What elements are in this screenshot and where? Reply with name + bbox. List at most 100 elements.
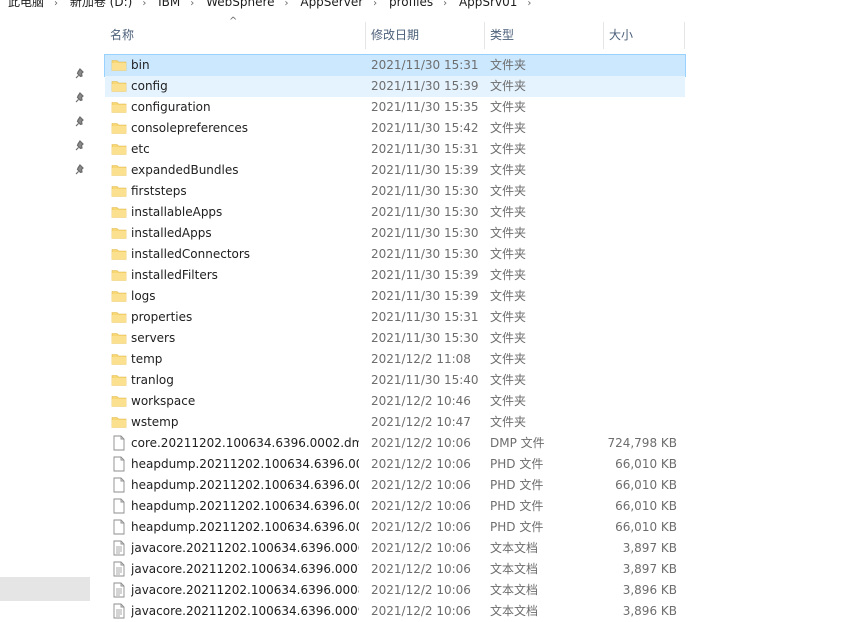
- column-header-date[interactable]: 修改日期: [366, 22, 485, 49]
- breadcrumb: 此电脑 › 新加卷 (D:) › IBM › WebSphere › AppServer…: [0, 0, 862, 11]
- item-size: [595, 118, 677, 139]
- folder-row[interactable]: firststeps 2021/11/30 15:30 文件夹: [105, 181, 685, 202]
- item-name: configuration: [131, 100, 211, 114]
- item-size: [595, 328, 677, 349]
- chevron-right-icon[interactable]: ›: [142, 0, 146, 9]
- folder-row[interactable]: installedFilters 2021/11/30 15:39 文件夹: [105, 265, 685, 286]
- folder-row[interactable]: installedApps 2021/11/30 15:30 文件夹: [105, 223, 685, 244]
- pin-icon: [74, 164, 86, 176]
- file-row[interactable]: javacore.20211202.100634.6396.0008... 202…: [105, 580, 685, 601]
- folder-row[interactable]: tranlog 2021/11/30 15:40 文件夹: [105, 370, 685, 391]
- chevron-right-icon[interactable]: ›: [443, 0, 447, 9]
- item-date: 2021/11/30 15:39: [371, 289, 479, 303]
- folder-row[interactable]: expandedBundles 2021/11/30 15:39 文件夹: [105, 160, 685, 181]
- item-type: 文件夹: [490, 415, 527, 429]
- item-date: 2021/11/30 15:39: [371, 163, 479, 177]
- folder-row[interactable]: temp 2021/12/2 11:08 文件夹: [105, 349, 685, 370]
- folder-icon: [111, 78, 127, 94]
- breadcrumb-item[interactable]: 此电脑: [8, 0, 44, 10]
- column-header-name[interactable]: 名称: [105, 22, 366, 49]
- chevron-right-icon[interactable]: ›: [527, 0, 531, 9]
- file-row[interactable]: heapdump.20211202.100634.6396.000... 2021…: [105, 517, 685, 538]
- chevron-right-icon[interactable]: ›: [54, 0, 58, 9]
- file-row[interactable]: heapdump.20211202.100634.6396.000... 2021…: [105, 454, 685, 475]
- item-size: [595, 412, 677, 433]
- text-file-icon: [111, 603, 127, 619]
- column-header-size[interactable]: 大小: [604, 22, 685, 49]
- chevron-right-icon[interactable]: ›: [190, 0, 194, 9]
- breadcrumb-item[interactable]: 新加卷 (D:): [70, 0, 132, 10]
- item-type: 文件夹: [490, 373, 527, 387]
- file-icon: [111, 456, 127, 472]
- item-size: [595, 76, 677, 97]
- item-size: 3,897 KB: [622, 562, 677, 576]
- pin-icon: [74, 68, 86, 80]
- item-date: 2021/12/2 10:06: [371, 457, 471, 471]
- folder-row[interactable]: configuration 2021/11/30 15:35 文件夹: [105, 97, 685, 118]
- item-name: installedApps: [131, 226, 212, 240]
- file-row[interactable]: javacore.20211202.100634.6396.0007... 202…: [105, 559, 685, 580]
- folder-row[interactable]: logs 2021/11/30 15:39 文件夹: [105, 286, 685, 307]
- item-size: [595, 286, 677, 307]
- folder-row[interactable]: properties 2021/11/30 15:31 文件夹: [105, 307, 685, 328]
- folder-row[interactable]: installedConnectors 2021/11/30 15:30 文件夹: [105, 244, 685, 265]
- column-header-type[interactable]: 类型: [485, 22, 604, 49]
- item-size: [595, 139, 677, 160]
- breadcrumb-item[interactable]: WebSphere: [206, 0, 274, 9]
- folder-row[interactable]: installableApps 2021/11/30 15:30 文件夹: [105, 202, 685, 223]
- item-type: 文本文档: [490, 541, 539, 555]
- file-row[interactable]: heapdump.20211202.100634.6396.000... 2021…: [105, 475, 685, 496]
- breadcrumb-item[interactable]: AppSrv01: [459, 0, 517, 9]
- nav-selected-item[interactable]: [0, 577, 90, 601]
- item-size: [595, 55, 677, 76]
- item-name: heapdump.20211202.100634.6396.000...: [131, 499, 359, 513]
- text-file-icon: [111, 540, 127, 556]
- folder-row[interactable]: wstemp 2021/12/2 10:47 文件夹: [105, 412, 685, 433]
- item-type: 文件夹: [490, 268, 527, 282]
- item-name: expandedBundles: [131, 163, 239, 177]
- item-date: 2021/12/2 10:06: [371, 583, 471, 597]
- item-size: [595, 244, 677, 265]
- folder-icon: [111, 351, 127, 367]
- file-row[interactable]: core.20211202.100634.6396.0002.dmp 2021/1…: [105, 433, 685, 454]
- file-row[interactable]: javacore.20211202.100634.6396.0009... 202…: [105, 601, 685, 622]
- chevron-right-icon[interactable]: ›: [285, 0, 289, 9]
- folder-row[interactable]: etc 2021/11/30 15:31 文件夹: [105, 139, 685, 160]
- folder-icon: [111, 225, 127, 241]
- file-row[interactable]: javacore.20211202.100634.6396.0006... 202…: [105, 538, 685, 559]
- folder-icon: [111, 183, 127, 199]
- item-type: 文件夹: [490, 352, 527, 366]
- item-size: 3,896 KB: [622, 583, 677, 597]
- folder-row[interactable]: servers 2021/11/30 15:30 文件夹: [105, 328, 685, 349]
- item-date: 2021/12/2 10:06: [371, 499, 471, 513]
- item-size: [595, 223, 677, 244]
- folder-row[interactable]: workspace 2021/12/2 10:46 文件夹: [105, 391, 685, 412]
- item-type: 文本文档: [490, 583, 539, 597]
- folder-row[interactable]: config 2021/11/30 15:39 文件夹: [105, 76, 685, 97]
- item-size: [595, 391, 677, 412]
- chevron-right-icon[interactable]: ›: [373, 0, 377, 9]
- breadcrumb-item[interactable]: IBM: [158, 0, 180, 9]
- column-header: ^ 名称 修改日期 类型 大小: [105, 16, 685, 49]
- folder-icon: [111, 120, 127, 136]
- breadcrumb-item[interactable]: profiles: [389, 0, 433, 9]
- item-type: PHD 文件: [490, 457, 544, 471]
- item-size: 3,897 KB: [622, 541, 677, 555]
- item-size: [595, 202, 677, 223]
- item-date: 2021/11/30 15:30: [371, 331, 479, 345]
- folder-icon: [111, 393, 127, 409]
- item-name: bin: [131, 58, 150, 72]
- folder-row[interactable]: bin 2021/11/30 15:31 文件夹: [104, 54, 686, 77]
- item-name: heapdump.20211202.100634.6396.000...: [131, 478, 359, 492]
- folder-row[interactable]: consolepreferences 2021/11/30 15:42 文件夹: [105, 118, 685, 139]
- item-date: 2021/11/30 15:31: [371, 142, 479, 156]
- breadcrumb-item[interactable]: AppServer: [300, 0, 363, 9]
- item-date: 2021/11/30 15:30: [371, 247, 479, 261]
- item-name: logs: [131, 289, 156, 303]
- item-name: javacore.20211202.100634.6396.0008...: [131, 583, 359, 597]
- folder-icon: [111, 99, 127, 115]
- item-date: 2021/11/30 15:30: [371, 205, 479, 219]
- item-type: PHD 文件: [490, 478, 544, 492]
- item-type: 文件夹: [490, 100, 527, 114]
- file-row[interactable]: heapdump.20211202.100634.6396.000... 2021…: [105, 496, 685, 517]
